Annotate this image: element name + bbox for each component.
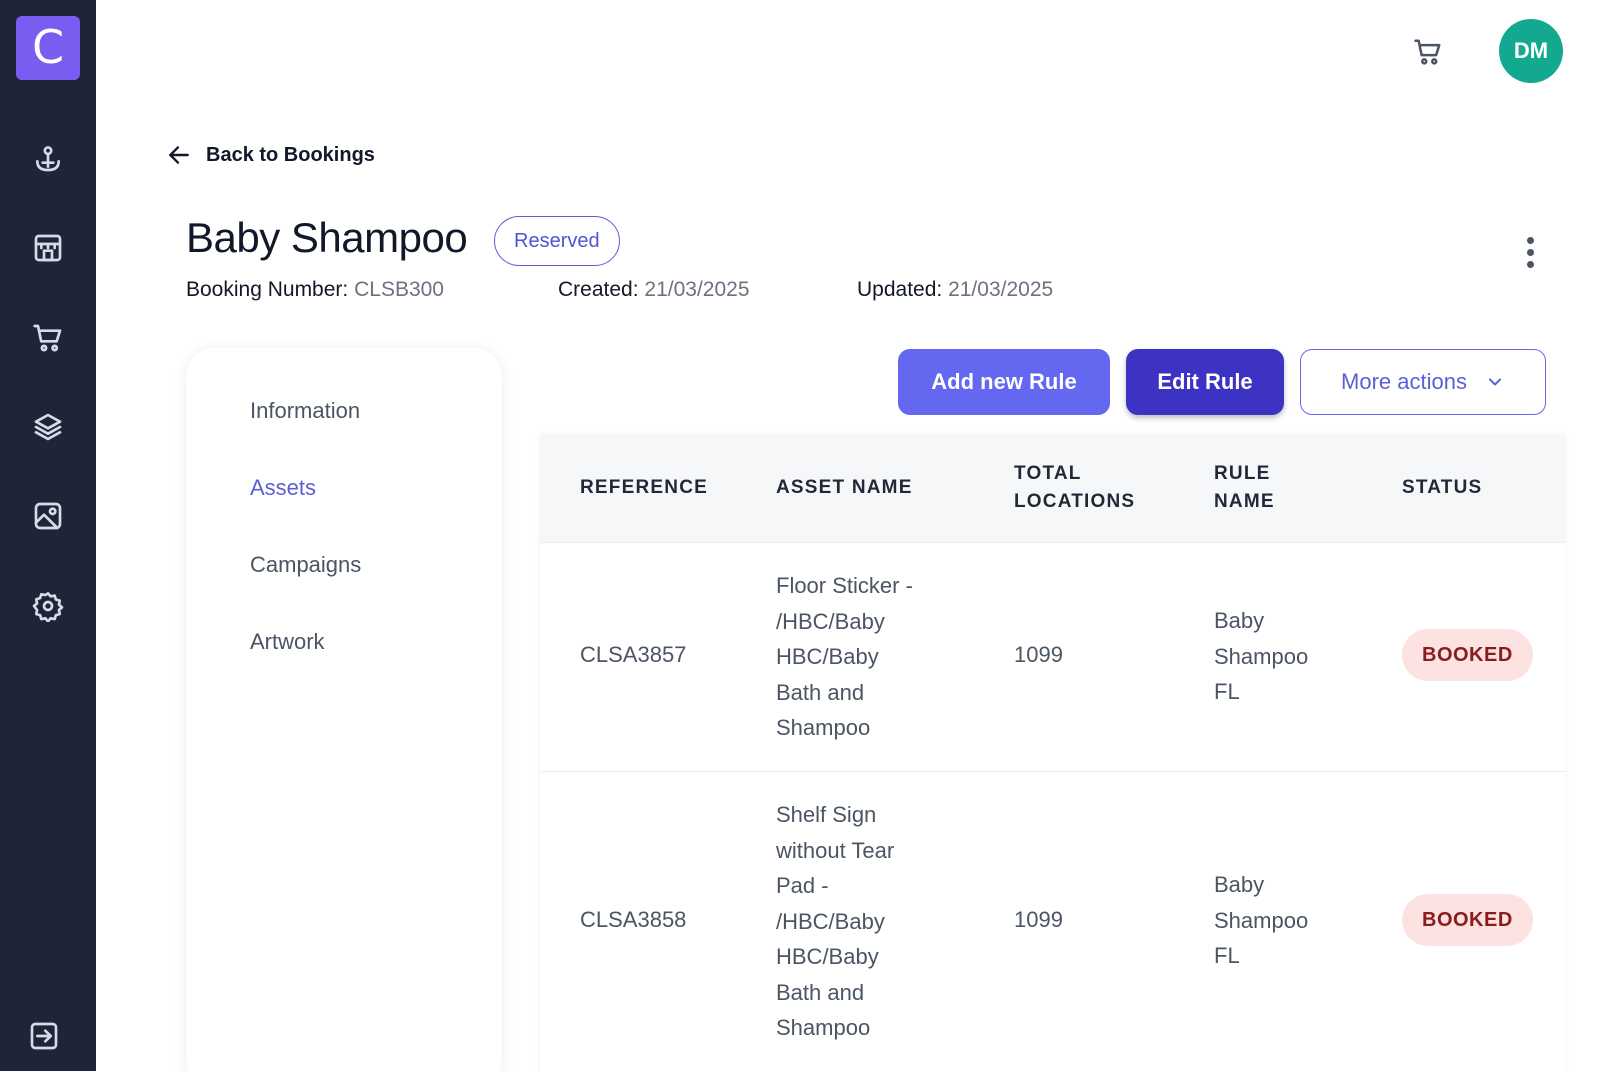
back-link-label: Back to Bookings: [206, 143, 375, 166]
asset-name-line: without Tear: [776, 837, 895, 863]
sidebar-item-store[interactable]: [28, 228, 68, 268]
asset-name-line: Pad -: [776, 873, 829, 898]
chevron-down-icon: [1488, 378, 1501, 386]
kebab-dot: [1526, 260, 1534, 268]
cell-asset-name: Shelf Sign without Tear Pad - /HBC/Baby …: [776, 797, 894, 1046]
updated-value: 21/03/2025: [948, 278, 1054, 301]
column-asset-name[interactable]: ASSET NAME: [776, 474, 913, 502]
asset-name-line: Shampoo: [776, 1015, 871, 1040]
rule-name-line: FL: [1214, 679, 1240, 704]
cart-icon: [1414, 39, 1441, 65]
cell-reference: CLSA3858: [580, 907, 687, 932]
page-title: Baby Shampoo: [186, 214, 468, 261]
back-to-bookings-link[interactable]: Back to Bookings: [166, 142, 375, 168]
created-value: 21/03/2025: [644, 278, 750, 301]
section-tabs: Information Assets Campaigns Artwork: [186, 348, 502, 1071]
kebab-dot: [1526, 236, 1534, 244]
status-badge-booked: BOOKED: [1402, 894, 1533, 946]
column-rule-name-line2: NAME: [1214, 491, 1275, 512]
created-label: Created:: [558, 278, 639, 301]
tab-campaigns[interactable]: Campaigns: [250, 552, 361, 578]
column-reference[interactable]: REFERENCE: [580, 474, 708, 502]
cell-rule-name: Baby Shampoo FL: [1214, 867, 1308, 974]
edit-rule-button[interactable]: Edit Rule: [1126, 349, 1284, 415]
asset-name-line: /HBC/Baby: [776, 608, 885, 634]
logo-letter: C: [31, 20, 65, 74]
logout-icon: [30, 1022, 58, 1050]
anchor-icon: [36, 146, 60, 172]
image-icon: [34, 502, 62, 530]
app-logo[interactable]: C: [16, 16, 80, 80]
sidebar: C: [0, 0, 96, 1071]
asset-name-line: Floor Sticker -: [776, 573, 913, 598]
add-new-rule-button[interactable]: Add new Rule: [898, 349, 1110, 415]
rule-name-line: FL: [1214, 943, 1240, 968]
cell-total-locations: 1099: [1014, 642, 1063, 667]
column-status[interactable]: STATUS: [1402, 474, 1482, 502]
tab-information[interactable]: Information: [250, 398, 360, 424]
layers-icon: [34, 413, 62, 441]
more-actions-label: More actions: [1341, 369, 1467, 394]
gear-icon: [32, 592, 64, 622]
column-rule-name[interactable]: RULE NAME: [1214, 460, 1275, 516]
updated-date: Updated: 21/03/2025: [857, 278, 1053, 302]
cell-rule-name: Baby Shampoo FL: [1214, 603, 1308, 710]
asset-name-line: Shelf Sign: [776, 802, 877, 827]
sidebar-item-settings[interactable]: [28, 586, 68, 626]
column-total-locations-line1: TOTAL: [1014, 463, 1082, 484]
table-header: REFERENCE ASSET NAME TOTAL LOCATIONS RUL…: [540, 434, 1565, 542]
asset-name-line: Shampoo: [776, 715, 871, 740]
store-icon: [34, 234, 62, 262]
asset-name-line: HBC/Baby: [776, 644, 879, 669]
more-actions-button[interactable]: More actions: [1300, 349, 1546, 415]
booking-number-value: CLSB300: [354, 278, 444, 301]
cell-total-locations: 1099: [1014, 907, 1063, 932]
cell-asset-name: Floor Sticker - /HBC/Baby HBC/Baby Bath …: [776, 568, 913, 746]
column-total-locations-line2: LOCATIONS: [1014, 491, 1136, 512]
booking-number: Booking Number: CLSB300: [186, 278, 444, 302]
tab-artwork[interactable]: Artwork: [250, 629, 325, 655]
table-row[interactable]: CLSA3857 Floor Sticker - /HBC/Baby HBC/B…: [540, 542, 1565, 771]
cell-reference: CLSA3857: [580, 642, 687, 667]
asset-name-line: Bath and: [776, 979, 865, 1005]
arrow-left-icon: [169, 146, 189, 164]
user-avatar[interactable]: DM: [1499, 19, 1563, 83]
rule-name-line: Shampoo: [1214, 907, 1309, 933]
kebab-menu-button[interactable]: [1514, 232, 1546, 272]
status-badge-booked: BOOKED: [1402, 629, 1533, 681]
sidebar-item-images[interactable]: [28, 496, 68, 536]
rule-name-line: Baby: [1214, 872, 1265, 897]
sidebar-item-logout[interactable]: [24, 1016, 64, 1056]
cart-icon: [33, 324, 62, 352]
tab-assets[interactable]: Assets: [250, 475, 316, 501]
asset-name-line: /HBC/Baby: [776, 908, 885, 934]
column-rule-name-line1: RULE: [1214, 463, 1271, 484]
asset-name-line: Bath and: [776, 679, 865, 705]
rule-name-line: Baby: [1214, 608, 1265, 633]
booking-number-label: Booking Number:: [186, 278, 349, 301]
created-date: Created: 21/03/2025: [558, 278, 750, 302]
sidebar-item-anchor[interactable]: [28, 140, 68, 180]
rule-name-line: Shampoo: [1214, 643, 1309, 669]
header-cart-button[interactable]: [1410, 34, 1446, 70]
sidebar-item-cart[interactable]: [28, 318, 68, 358]
kebab-dot: [1526, 248, 1534, 256]
table-row[interactable]: CLSA3858 Shelf Sign without Tear Pad - /…: [540, 771, 1565, 1071]
asset-name-line: HBC/Baby: [776, 944, 879, 969]
sidebar-item-layers[interactable]: [28, 407, 68, 447]
updated-label: Updated:: [857, 278, 943, 301]
assets-table: REFERENCE ASSET NAME TOTAL LOCATIONS RUL…: [540, 434, 1565, 1071]
status-badge: Reserved: [494, 216, 620, 266]
column-total-locations[interactable]: TOTAL LOCATIONS: [1014, 460, 1135, 516]
